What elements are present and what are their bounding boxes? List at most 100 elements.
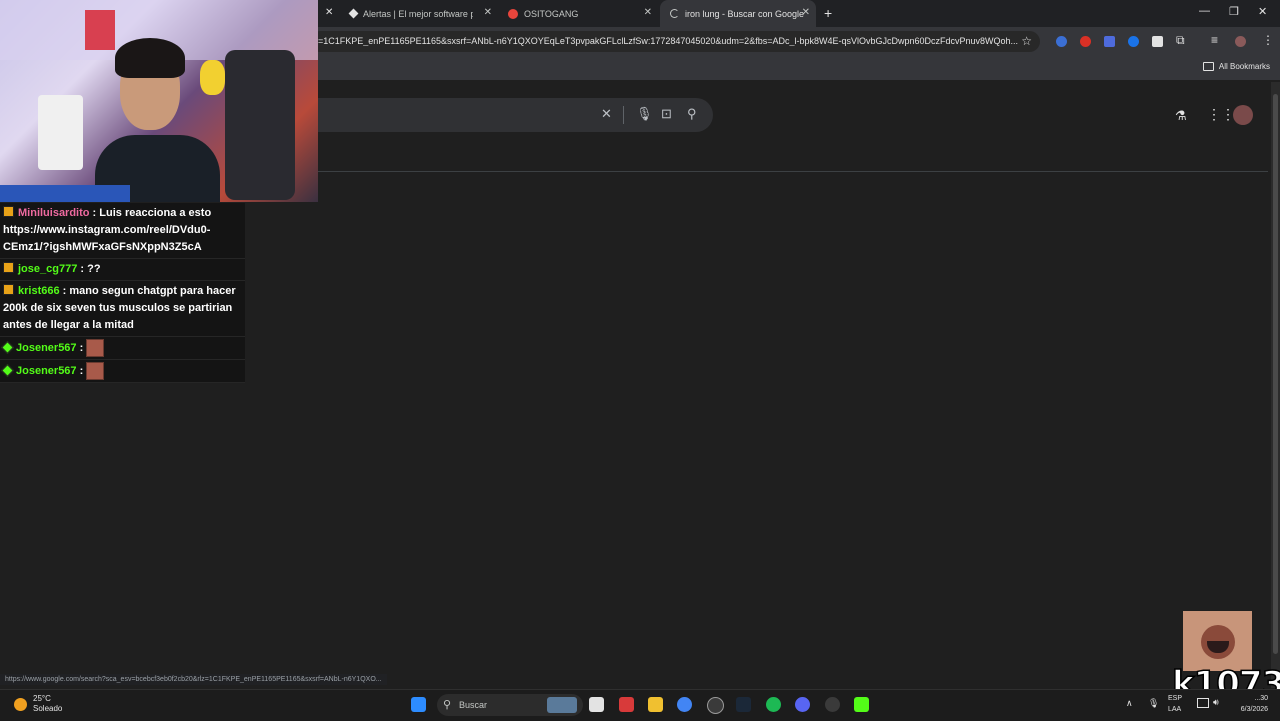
meme-face-image <box>1183 611 1252 671</box>
taskbar-search-placeholder: Buscar <box>459 700 488 710</box>
webcam-overlay <box>0 0 318 202</box>
tab-title: OSITOGANG <box>524 8 579 19</box>
close-tab-icon[interactable]: ✕ <box>484 7 492 18</box>
clock[interactable]: ...30 6/3/2026 <box>1230 693 1268 715</box>
chat-overlay: Miniluisardito : Luis reacciona a esto h… <box>0 203 245 383</box>
chat-message: jose_cg777 : ?? <box>0 259 245 281</box>
subscriber-badge-icon <box>3 262 14 273</box>
close-tab-icon[interactable]: ✕ <box>325 7 333 18</box>
discord-icon[interactable] <box>795 697 810 712</box>
extension-icon[interactable] <box>1128 36 1139 47</box>
streamer-hair <box>115 38 185 78</box>
app-icon[interactable] <box>619 697 634 712</box>
tab-ositogang[interactable]: OSITOGANG ✕ <box>498 0 658 27</box>
tab-alertas[interactable]: Alertas | El mejor software para ✕ <box>340 0 498 27</box>
chrome-icon[interactable] <box>677 697 692 712</box>
chat-message: Miniluisardito : Luis reacciona a esto h… <box>0 203 245 259</box>
results-divider <box>318 171 1268 172</box>
file-explorer-icon[interactable] <box>648 697 663 712</box>
folder-icon <box>1202 62 1214 71</box>
page-scrollbar[interactable] <box>1271 82 1280 688</box>
volume-icon[interactable]: 🔊︎ <box>1213 697 1219 708</box>
clock-date: 6/3/2026 <box>1240 706 1268 713</box>
close-tab-icon[interactable]: ✕ <box>644 7 652 18</box>
close-window-icon[interactable]: ✕ <box>1258 5 1267 18</box>
profile-avatar[interactable] <box>1235 36 1246 47</box>
chat-username: Miniluisardito <box>18 207 90 219</box>
poster <box>85 10 115 50</box>
tray-chevron-icon[interactable]: ∧ <box>1126 698 1133 709</box>
keyboard-layout: LAA <box>1168 706 1182 713</box>
extension-icon[interactable] <box>1056 36 1067 47</box>
chat-message: krist666 : mano segun chatgpt para hacer… <box>0 281 245 337</box>
restore-icon[interactable]: ❐ <box>1229 5 1239 18</box>
sun-icon <box>14 697 27 711</box>
search-box[interactable]: ✕ 🎙︎ ⊡ ⚲ <box>300 98 713 132</box>
chat-emote-image <box>86 339 105 357</box>
search-divider <box>623 106 624 124</box>
clock-time: ...30 <box>1254 695 1268 702</box>
lens-camera-icon[interactable]: ⊡ <box>661 106 672 122</box>
weather-widget[interactable]: 25°C Soleado <box>14 694 62 714</box>
chat-message: Josener567 : <box>0 337 245 360</box>
ositogang-favicon-icon <box>508 8 518 19</box>
search-highlight-image <box>547 697 577 713</box>
extension-icon[interactable] <box>1152 36 1163 47</box>
pikachu-figure <box>200 60 225 95</box>
chat-username: Josener567 <box>16 364 77 377</box>
scrollbar-thumb[interactable] <box>1273 94 1278 654</box>
chat-username: Josener567 <box>16 341 77 354</box>
all-bookmarks-button[interactable]: All Bookmarks <box>1202 62 1270 71</box>
windows-start-icon[interactable] <box>411 697 426 712</box>
obs-icon[interactable] <box>825 697 840 712</box>
taskbar-search[interactable]: ⚲ Buscar <box>437 694 583 716</box>
network-icon[interactable] <box>1197 698 1209 708</box>
subscriber-badge-icon <box>3 284 14 295</box>
steam-icon[interactable] <box>736 697 751 712</box>
chat-username: krist666 <box>18 285 60 297</box>
clear-search-icon[interactable]: ✕ <box>601 106 612 122</box>
tab-title: iron lung - Buscar con Google <box>685 8 805 19</box>
extension-icon[interactable] <box>1080 36 1091 47</box>
language-indicator[interactable]: ESP LAA <box>1168 693 1182 715</box>
search-icon: ⚲ <box>443 699 452 711</box>
task-view-icon[interactable] <box>589 697 604 712</box>
chat-username: jose_cg777 <box>18 263 78 275</box>
address-bar[interactable]: =1C1FKPE_enPE1165PE1165&sxsrf=ANbL-n6Y1Q… <box>310 31 1040 52</box>
diamond-badge-icon <box>1 364 14 377</box>
all-bookmarks-label: All Bookmarks <box>1218 62 1270 71</box>
app-icon[interactable] <box>707 697 724 714</box>
google-account-avatar[interactable] <box>1233 105 1253 125</box>
extension-icon[interactable] <box>1104 36 1115 47</box>
search-icon[interactable]: ⚲ <box>687 106 697 122</box>
alertas-favicon-icon <box>348 8 359 19</box>
subscriber-badge-icon <box>3 206 14 217</box>
extensions-puzzle-icon[interactable]: ⧉ <box>1176 33 1185 48</box>
microphone-tray-icon[interactable]: 🎙︎ <box>1148 698 1159 709</box>
link-status-bar: https://www.google.com/search?sca_esv=bc… <box>0 674 387 685</box>
windows-taskbar: 25°C Soleado ⚲ Buscar ∧ 🎙︎ ESP LAA 🔊︎ ..… <box>0 689 1280 721</box>
bookmark-star-icon[interactable]: ☆ <box>1021 34 1032 48</box>
weather-temp: 25°C <box>33 694 51 703</box>
microphone-icon[interactable]: 🎙︎ <box>636 106 653 122</box>
desk-mat <box>0 185 130 202</box>
menu-kebab-icon[interactable]: ⋮ <box>1262 33 1274 47</box>
minimize-icon[interactable]: — <box>1199 5 1210 17</box>
language-code: ESP <box>1168 695 1183 702</box>
tab-title: Alertas | El mejor software para <box>363 8 473 19</box>
chat-emote-image <box>86 362 105 380</box>
new-tab-button[interactable]: + <box>824 5 832 21</box>
weather-condition: Soleado <box>33 704 63 713</box>
url-text[interactable]: =1C1FKPE_enPE1165PE1165&sxsrf=ANbL-n6Y1Q… <box>318 36 1018 46</box>
loading-spinner-icon <box>670 9 679 18</box>
diamond-badge-icon <box>1 341 14 354</box>
media-control-icon[interactable]: ≡ <box>1211 33 1218 47</box>
chat-text: ?? <box>87 263 101 275</box>
air-conditioner <box>38 95 83 170</box>
tab-iron-lung[interactable]: iron lung - Buscar con Google ✕ <box>660 0 816 27</box>
close-tab-icon[interactable]: ✕ <box>802 7 810 18</box>
spotify-icon[interactable] <box>766 697 781 712</box>
kick-icon[interactable] <box>854 697 869 712</box>
chat-message: Josener567 : <box>0 360 245 383</box>
labs-flask-icon[interactable]: ⚗ <box>1175 108 1187 124</box>
